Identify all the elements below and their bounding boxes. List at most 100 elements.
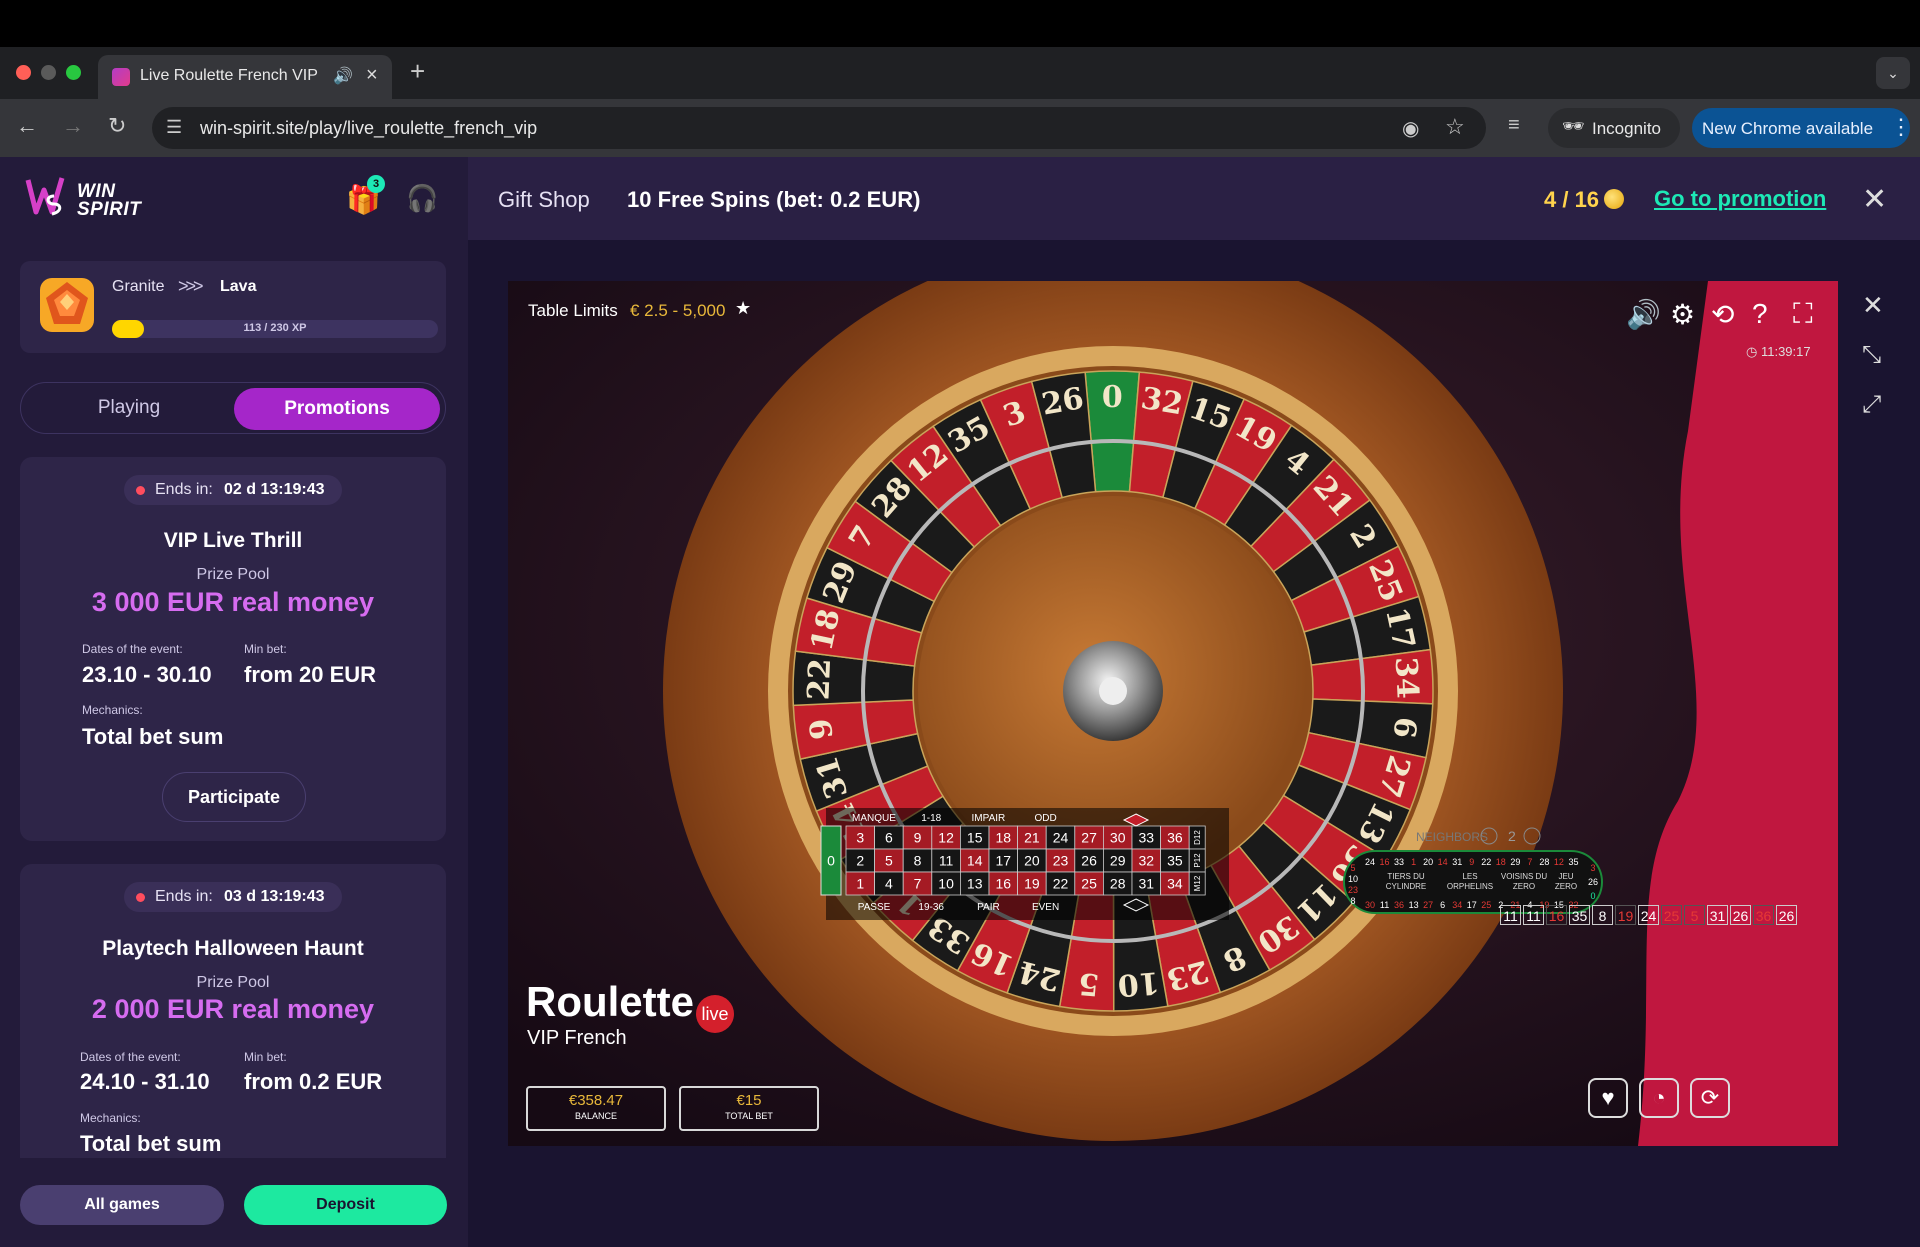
window-minimize-button[interactable] <box>41 65 56 80</box>
racetrack-number[interactable]: 16 <box>1380 857 1390 867</box>
racetrack-number[interactable]: 29 <box>1510 857 1520 867</box>
bookmark-star-icon[interactable]: ☆ <box>1445 114 1465 140</box>
racetrack-number[interactable]: 24 <box>1365 857 1375 867</box>
tab-close-icon[interactable]: × <box>366 64 378 87</box>
racetrack-number[interactable]: 22 <box>1481 857 1491 867</box>
racetrack-number[interactable]: 27 <box>1423 900 1433 910</box>
racetrack-section-label[interactable]: VOISINS DU <box>1501 872 1547 881</box>
outside-bet-label[interactable]: PASSE <box>858 902 891 913</box>
racetrack-section-label[interactable]: ZERO <box>1513 882 1535 891</box>
all-games-button[interactable]: All games <box>20 1185 224 1225</box>
balance-box: €358.47 BALANCE <box>526 1086 666 1131</box>
sound-icon[interactable]: 🔊 <box>1626 298 1661 331</box>
promo-title: VIP Live Thrill <box>163 529 303 552</box>
media-control-icon[interactable]: ≡ <box>1508 114 1520 137</box>
racetrack-section-label[interactable]: ZERO <box>1555 882 1577 891</box>
betting-table[interactable]: 03 6 9 12 15 18 21 24 27 30 33 362 5 8 11 14 17 20 23 26 29 3… <box>820 808 1229 920</box>
deposit-button[interactable]: Deposit <box>244 1185 447 1225</box>
racetrack-number[interactable]: 31 <box>1452 857 1462 867</box>
headset-icon[interactable]: 🎧 <box>406 183 438 214</box>
favorite-bets-heart-icon[interactable]: ♥ <box>1588 1078 1628 1118</box>
site-info-icon[interactable]: ☰ <box>166 117 182 138</box>
minimize-game-icon[interactable]: ⤡ <box>1862 341 1881 369</box>
new-tab-button[interactable]: + <box>410 56 425 87</box>
help-icon[interactable]: ? <box>1752 298 1768 330</box>
history-result: 25 <box>1661 905 1682 925</box>
history-icon[interactable]: ⟲ <box>1711 298 1734 331</box>
settings-gear-icon[interactable]: ⚙ <box>1670 298 1695 331</box>
racetrack-number[interactable]: 0 <box>1590 891 1595 901</box>
outside-bet-label[interactable]: 19-36 <box>918 902 944 913</box>
close-banner-icon[interactable]: ✕ <box>1862 182 1887 217</box>
fullscreen-icon[interactable]: ⛶ <box>1793 298 1813 331</box>
logo-icon[interactable] <box>24 174 68 220</box>
racetrack-section-label[interactable]: CYLINDRE <box>1386 882 1426 891</box>
table-number-label: 25 <box>1081 876 1097 892</box>
table-number-label: 29 <box>1110 853 1126 869</box>
racetrack-number[interactable]: 23 <box>1348 885 1358 895</box>
racetrack-number[interactable]: 6 <box>1440 900 1445 910</box>
racetrack-number[interactable]: 28 <box>1539 857 1549 867</box>
racetrack-number[interactable]: 35 <box>1568 857 1578 867</box>
racetrack-number[interactable]: 20 <box>1423 857 1433 867</box>
new-chrome-button[interactable]: New Chrome available ⋮ <box>1692 108 1912 148</box>
racetrack-number[interactable]: 1 <box>1411 857 1416 867</box>
forward-arrow-icon[interactable]: → <box>62 113 84 139</box>
racetrack-number[interactable]: 10 <box>1348 874 1358 884</box>
racetrack-number[interactable]: 5 <box>1350 863 1355 873</box>
close-game-icon[interactable]: ✕ <box>1862 290 1884 321</box>
racetrack-section-label[interactable]: TIERS DU <box>1387 872 1425 881</box>
participate-button[interactable]: Participate <box>162 772 306 822</box>
outside-bet-label[interactable]: 1-18 <box>921 813 941 824</box>
more-menu-icon[interactable]: ⋮ <box>1890 114 1912 140</box>
table-limits-value: € 2.5 - 5,000 <box>630 301 726 320</box>
racetrack-number[interactable]: 14 <box>1438 857 1448 867</box>
racetrack-section-label[interactable]: LES <box>1462 872 1477 881</box>
back-arrow-icon[interactable]: ← <box>16 113 38 139</box>
logo-text[interactable]: WIN SPIRIT <box>77 182 141 219</box>
eye-slash-icon[interactable]: ◉ <box>1402 116 1419 141</box>
racetrack-number[interactable]: 34 <box>1452 900 1462 910</box>
window-zoom-button[interactable] <box>66 65 81 80</box>
racetrack-number[interactable]: 3 <box>1590 863 1595 873</box>
racetrack-number[interactable]: 36 <box>1394 900 1404 910</box>
browser-tab[interactable]: Live Roulette French VIP 🔊 × <box>98 55 392 99</box>
racetrack-number[interactable]: 17 <box>1467 900 1477 910</box>
window-close-button[interactable] <box>16 65 31 80</box>
reload-icon[interactable]: ↻ <box>108 113 126 139</box>
outside-bet-label[interactable]: EVEN <box>1032 902 1059 913</box>
racetrack-number[interactable]: 8 <box>1350 896 1355 906</box>
gift-shop-label[interactable]: Gift Shop <box>498 187 590 213</box>
tab-playing[interactable]: Playing <box>22 384 236 432</box>
racetrack-number[interactable]: 18 <box>1496 857 1506 867</box>
go-to-promotion-link[interactable]: Go to promotion <box>1654 186 1826 212</box>
racetrack-number[interactable]: 26 <box>1588 877 1598 887</box>
expand-game-icon[interactable]: ⤢ <box>1862 391 1881 419</box>
address-bar[interactable]: ☰ win-spirit.site/play/live_roulette_fre… <box>152 107 1486 149</box>
racetrack-number[interactable]: 7 <box>1527 857 1532 867</box>
racetrack-number[interactable]: 33 <box>1394 857 1404 867</box>
racetrack-section-label[interactable]: JEU <box>1558 872 1573 881</box>
url-text[interactable]: win-spirit.site/play/live_roulette_frenc… <box>200 118 537 139</box>
outside-bet-label[interactable]: MANQUE <box>852 813 896 824</box>
racetrack-number[interactable]: 11 <box>1380 900 1389 910</box>
speaker-icon[interactable]: 🔊 <box>333 66 353 86</box>
tab-search-button[interactable]: ⌄ <box>1876 57 1910 89</box>
outside-bet-label[interactable]: IMPAIR <box>972 813 1006 824</box>
live-badge: live <box>696 995 734 1033</box>
racetrack-section-label[interactable]: ORPHELINS <box>1447 882 1493 891</box>
table-number-label: 11 <box>939 853 954 869</box>
racetrack-number[interactable]: 9 <box>1469 857 1474 867</box>
racetrack-number[interactable]: 25 <box>1481 900 1491 910</box>
racetrack-number[interactable]: 13 <box>1409 900 1419 910</box>
outside-bet-label[interactable]: PAIR <box>977 902 1000 913</box>
statistics-icon[interactable]: ◔ <box>1639 1078 1679 1118</box>
repeat-bet-icon[interactable]: ⟳ <box>1690 1078 1730 1118</box>
racetrack-number[interactable]: 12 <box>1554 857 1564 867</box>
racetrack-number[interactable]: 30 <box>1365 900 1375 910</box>
lava-gem-icon <box>40 278 94 332</box>
favorite-star-icon[interactable]: ★ <box>735 298 751 319</box>
tab-promotions[interactable]: Promotions <box>234 388 440 430</box>
incognito-indicator[interactable]: 🕶 Incognito <box>1548 108 1680 148</box>
outside-bet-label[interactable]: ODD <box>1034 813 1056 824</box>
